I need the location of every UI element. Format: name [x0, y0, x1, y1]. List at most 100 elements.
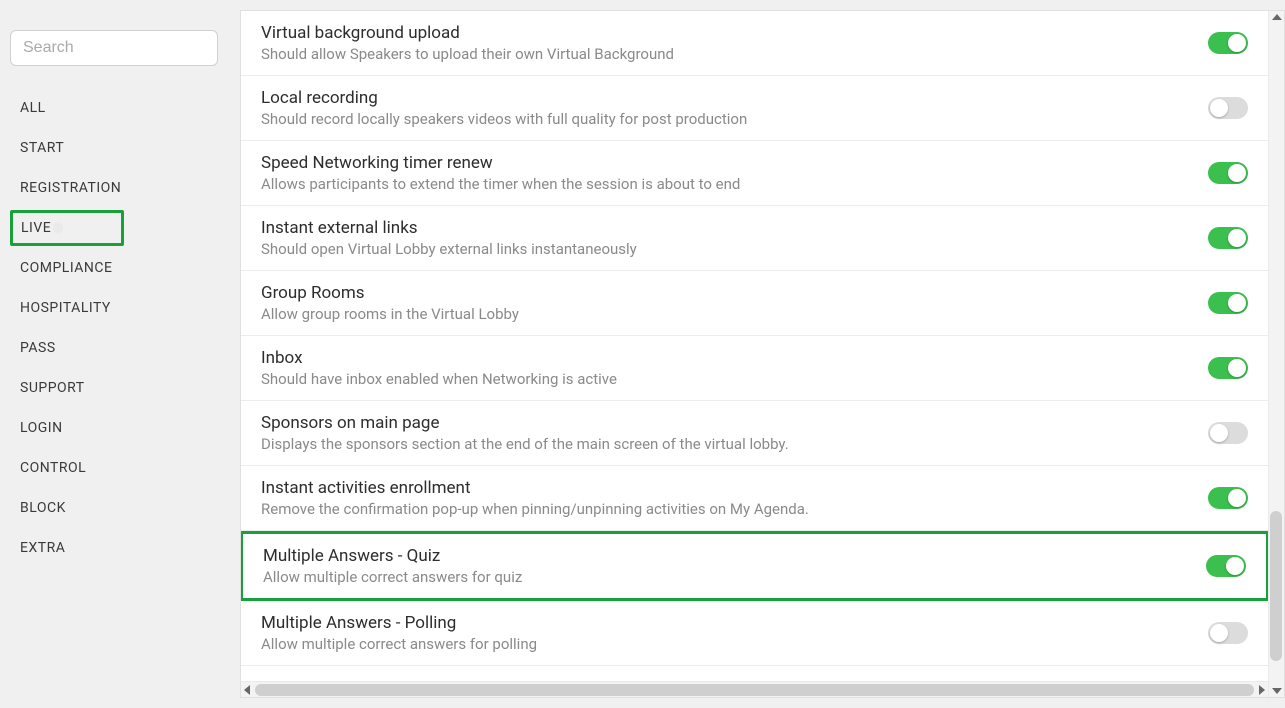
- setting-row: Speed Networking timer renew Allows parti…: [241, 141, 1268, 206]
- setting-desc: Allows participants to extend the timer …: [261, 175, 740, 193]
- sidebar-item-label: SUPPORT: [20, 380, 85, 396]
- setting-title: Multiple Answers - Polling: [261, 613, 537, 633]
- setting-text: Virtual background upload Should allow Sp…: [261, 23, 674, 63]
- setting-title: Group Rooms: [261, 283, 519, 303]
- setting-row: Sponsors on main page Displays the sponso…: [241, 401, 1268, 466]
- setting-title: Multiple Answers - Quiz: [263, 546, 522, 566]
- sidebar-item-label: BLOCK: [20, 500, 66, 516]
- setting-row: Group Rooms Allow group rooms in the Virt…: [241, 271, 1268, 336]
- scroll-left-arrow-icon[interactable]: [244, 685, 250, 695]
- setting-toggle[interactable]: [1208, 32, 1248, 54]
- sidebar-item-label: EXTRA: [20, 540, 65, 556]
- setting-title: Instant external links: [261, 218, 637, 238]
- setting-title: Inbox: [261, 348, 617, 368]
- setting-row: Virtual background upload Should allow Sp…: [241, 11, 1268, 76]
- sidebar-item-all[interactable]: ALL: [10, 90, 230, 126]
- vertical-scrollbar[interactable]: [1268, 11, 1284, 697]
- sidebar-item-support[interactable]: SUPPORT: [10, 370, 230, 406]
- sidebar-item-label: COMPLIANCE: [20, 260, 112, 276]
- scroll-down-arrow-icon[interactable]: [1272, 688, 1282, 694]
- setting-title: Speed Networking timer renew: [261, 153, 740, 173]
- settings-list: Virtual background upload Should allow Sp…: [241, 11, 1268, 666]
- scroll-up-arrow-icon[interactable]: [1272, 14, 1282, 20]
- setting-row: Multiple Answers - Quiz Allow multiple co…: [241, 531, 1269, 601]
- sidebar-item-label: HOSPITALITY: [20, 300, 111, 316]
- setting-desc: Should allow Speakers to upload their ow…: [261, 45, 674, 63]
- setting-text: Instant external links Should open Virtua…: [261, 218, 637, 258]
- setting-title: Instant activities enrollment: [261, 478, 809, 498]
- scroll-right-arrow-icon[interactable]: [1259, 685, 1265, 695]
- setting-text: Local recording Should record locally spe…: [261, 88, 747, 128]
- toggle-knob: [1210, 424, 1228, 442]
- setting-desc: Should record locally speakers videos wi…: [261, 110, 747, 128]
- main-panel: Virtual background upload Should allow Sp…: [240, 10, 1285, 698]
- setting-desc: Remove the confirmation pop-up when pinn…: [261, 500, 809, 518]
- setting-row: Local recording Should record locally spe…: [241, 76, 1268, 141]
- setting-toggle[interactable]: [1208, 487, 1248, 509]
- sidebar-item-label: REGISTRATION: [20, 180, 121, 196]
- setting-toggle[interactable]: [1206, 555, 1246, 577]
- sidebar-item-label: START: [20, 140, 64, 156]
- toggle-knob: [1228, 164, 1246, 182]
- sidebar-item-compliance[interactable]: COMPLIANCE: [10, 250, 230, 286]
- setting-toggle[interactable]: [1208, 292, 1248, 314]
- sidebar-nav-list: ALL START REGISTRATION LIVE COMPLIANCE HOSPIT…: [10, 90, 230, 566]
- sidebar-item-badge: [53, 222, 63, 234]
- setting-row: Multiple Answers - Polling Allow multiple…: [241, 601, 1268, 666]
- sidebar-item-block[interactable]: BLOCK: [10, 490, 230, 526]
- setting-desc: Should have inbox enabled when Networkin…: [261, 370, 617, 388]
- setting-toggle[interactable]: [1208, 227, 1248, 249]
- sidebar-item-start[interactable]: START: [10, 130, 230, 166]
- setting-row: Instant external links Should open Virtua…: [241, 206, 1268, 271]
- setting-desc: Allow multiple correct answers for polli…: [261, 635, 537, 653]
- sidebar-item-registration[interactable]: REGISTRATION: [10, 170, 230, 206]
- setting-desc: Allow multiple correct answers for quiz: [263, 568, 522, 586]
- setting-toggle[interactable]: [1208, 357, 1248, 379]
- setting-toggle[interactable]: [1208, 162, 1248, 184]
- setting-title: Local recording: [261, 88, 747, 108]
- setting-toggle[interactable]: [1208, 97, 1248, 119]
- setting-text: Speed Networking timer renew Allows parti…: [261, 153, 740, 193]
- horizontal-scroll-thumb[interactable]: [255, 684, 1254, 696]
- app-root: ALL START REGISTRATION LIVE COMPLIANCE HOSPIT…: [0, 0, 1285, 708]
- toggle-knob: [1226, 557, 1244, 575]
- sidebar-item-hospitality[interactable]: HOSPITALITY: [10, 290, 230, 326]
- sidebar-item-pass[interactable]: PASS: [10, 330, 230, 366]
- setting-row: Inbox Should have inbox enabled when Netw…: [241, 336, 1268, 401]
- setting-text: Sponsors on main page Displays the sponso…: [261, 413, 789, 453]
- setting-title: Virtual background upload: [261, 23, 674, 43]
- settings-scroll[interactable]: Virtual background upload Should allow Sp…: [241, 11, 1284, 697]
- toggle-knob: [1228, 34, 1246, 52]
- sidebar-item-extra[interactable]: EXTRA: [10, 530, 230, 566]
- sidebar-item-live[interactable]: LIVE: [10, 210, 124, 246]
- sidebar-item-label: CONTROL: [20, 460, 86, 476]
- setting-text: Inbox Should have inbox enabled when Netw…: [261, 348, 617, 388]
- setting-text: Multiple Answers - Polling Allow multiple…: [261, 613, 537, 653]
- sidebar: ALL START REGISTRATION LIVE COMPLIANCE HOSPIT…: [10, 10, 240, 698]
- horizontal-scrollbar[interactable]: [241, 681, 1268, 697]
- setting-desc: Should open Virtual Lobby external links…: [261, 240, 637, 258]
- setting-toggle[interactable]: [1208, 622, 1248, 644]
- setting-row: Instant activities enrollment Remove the …: [241, 466, 1268, 531]
- sidebar-item-login[interactable]: LOGIN: [10, 410, 230, 446]
- toggle-knob: [1210, 624, 1228, 642]
- setting-toggle[interactable]: [1208, 422, 1248, 444]
- search-input[interactable]: [10, 30, 218, 66]
- sidebar-item-label: LIVE: [21, 220, 51, 236]
- toggle-knob: [1228, 359, 1246, 377]
- toggle-knob: [1228, 229, 1246, 247]
- sidebar-item-label: PASS: [20, 340, 56, 356]
- sidebar-item-control[interactable]: CONTROL: [10, 450, 230, 486]
- toggle-knob: [1210, 99, 1228, 117]
- sidebar-item-label: ALL: [20, 100, 46, 116]
- setting-desc: Displays the sponsors section at the end…: [261, 435, 789, 453]
- vertical-scroll-thumb[interactable]: [1270, 511, 1282, 661]
- setting-title: Sponsors on main page: [261, 413, 789, 433]
- setting-desc: Allow group rooms in the Virtual Lobby: [261, 305, 519, 323]
- setting-text: Instant activities enrollment Remove the …: [261, 478, 809, 518]
- toggle-knob: [1228, 489, 1246, 507]
- setting-text: Multiple Answers - Quiz Allow multiple co…: [263, 546, 522, 586]
- setting-text: Group Rooms Allow group rooms in the Virt…: [261, 283, 519, 323]
- toggle-knob: [1228, 294, 1246, 312]
- sidebar-item-label: LOGIN: [20, 420, 63, 436]
